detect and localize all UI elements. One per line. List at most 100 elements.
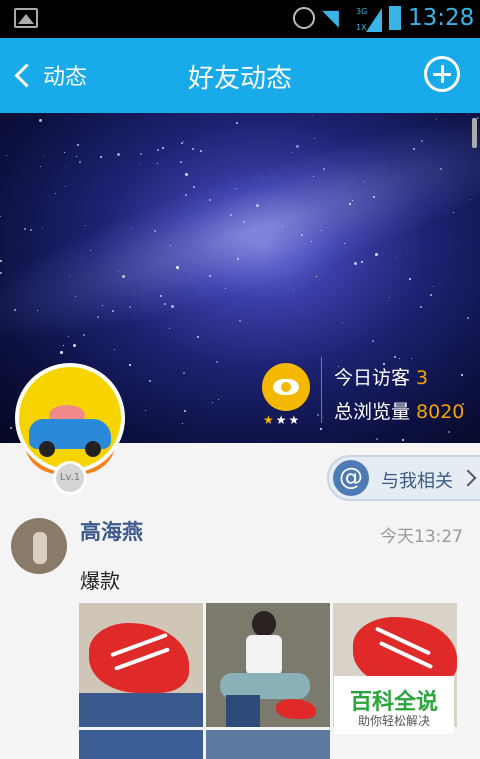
star: [354, 262, 357, 265]
star: [112, 310, 114, 312]
star: [63, 345, 64, 346]
star: [453, 212, 454, 213]
star: [363, 181, 364, 182]
star: [399, 358, 400, 359]
star: [225, 288, 226, 289]
star: [192, 148, 194, 150]
star: [239, 320, 241, 322]
star: [396, 257, 397, 258]
network-3g-label: 3G: [356, 7, 367, 16]
star: [301, 234, 303, 236]
star: [140, 153, 142, 155]
star: [30, 229, 32, 231]
star: [157, 163, 158, 164]
post-photo[interactable]: [206, 730, 330, 759]
star: [0, 216, 1, 217]
level-badge: Lv.1: [53, 461, 87, 495]
star: [467, 317, 469, 319]
star: [118, 271, 119, 272]
star: [184, 410, 186, 412]
add-post-button[interactable]: [424, 56, 460, 92]
star: [433, 286, 434, 287]
star: [10, 427, 12, 429]
page-title: 好友动态: [187, 64, 292, 94]
star: [79, 161, 81, 163]
star: [69, 275, 70, 276]
star: [470, 199, 471, 200]
star: [139, 164, 140, 165]
star: [314, 138, 315, 139]
visitor-eye-icon[interactable]: [262, 363, 310, 411]
star: [237, 258, 239, 260]
star: [312, 115, 313, 116]
post-time: 今天13:27: [380, 527, 463, 547]
total-views-label: 总浏览量: [334, 401, 411, 423]
star: [170, 245, 171, 246]
star: [6, 155, 7, 156]
total-views-count: 8020: [416, 401, 465, 423]
star: [411, 358, 412, 359]
star: [102, 305, 103, 306]
star: [185, 173, 188, 176]
star: [436, 119, 437, 120]
star: [129, 306, 131, 308]
star: [76, 156, 77, 157]
avatar[interactable]: [15, 363, 125, 473]
cell-signal-icon: 3G 1X: [356, 7, 382, 32]
star: [209, 199, 211, 201]
star: [117, 153, 120, 156]
alarm-clock-icon: [293, 7, 315, 29]
star: [349, 203, 351, 205]
star: [65, 166, 66, 167]
star: [40, 166, 41, 167]
star: [235, 188, 236, 189]
star: [323, 417, 324, 418]
post-author-avatar[interactable]: [11, 518, 67, 574]
post-photo[interactable]: [206, 603, 330, 727]
post-author-name[interactable]: 高海燕: [80, 516, 143, 546]
star: [149, 380, 151, 382]
star: [216, 361, 218, 363]
watermark-logo: 百科全说 助你轻松解决: [334, 676, 454, 734]
star: [311, 241, 312, 242]
star: [122, 275, 125, 278]
related-to-me-button[interactable]: @ 与我相关: [327, 455, 480, 501]
star: [200, 150, 202, 152]
avatar-wheel: [85, 441, 101, 457]
star: [409, 278, 411, 280]
star: [64, 152, 65, 153]
scrollbar[interactable]: [472, 118, 477, 148]
star: [342, 322, 343, 323]
star: [344, 243, 345, 244]
star: [243, 221, 245, 223]
star: [0, 272, 2, 274]
star: [448, 431, 450, 433]
star: [376, 438, 378, 440]
star: [24, 228, 26, 230]
star: [440, 168, 442, 170]
star: [420, 306, 422, 308]
star: [169, 328, 170, 329]
star: [421, 140, 423, 142]
star: [183, 372, 185, 374]
star: [230, 214, 232, 216]
star: [75, 296, 76, 297]
post-photo[interactable]: [79, 730, 203, 759]
star: [90, 250, 91, 251]
post-photo[interactable]: [79, 603, 203, 727]
star: [389, 297, 390, 298]
star: [316, 276, 317, 277]
star: [375, 253, 378, 256]
star: [77, 144, 79, 146]
star: [180, 161, 182, 163]
star: [44, 156, 45, 157]
star: [313, 176, 314, 177]
star: [97, 316, 99, 318]
star: [55, 193, 56, 194]
star: [131, 228, 132, 229]
star: [236, 122, 238, 124]
visitors-today-stat[interactable]: 今日访客 3: [334, 363, 428, 390]
star: [477, 117, 479, 119]
star: [209, 275, 211, 277]
star: [361, 261, 363, 263]
